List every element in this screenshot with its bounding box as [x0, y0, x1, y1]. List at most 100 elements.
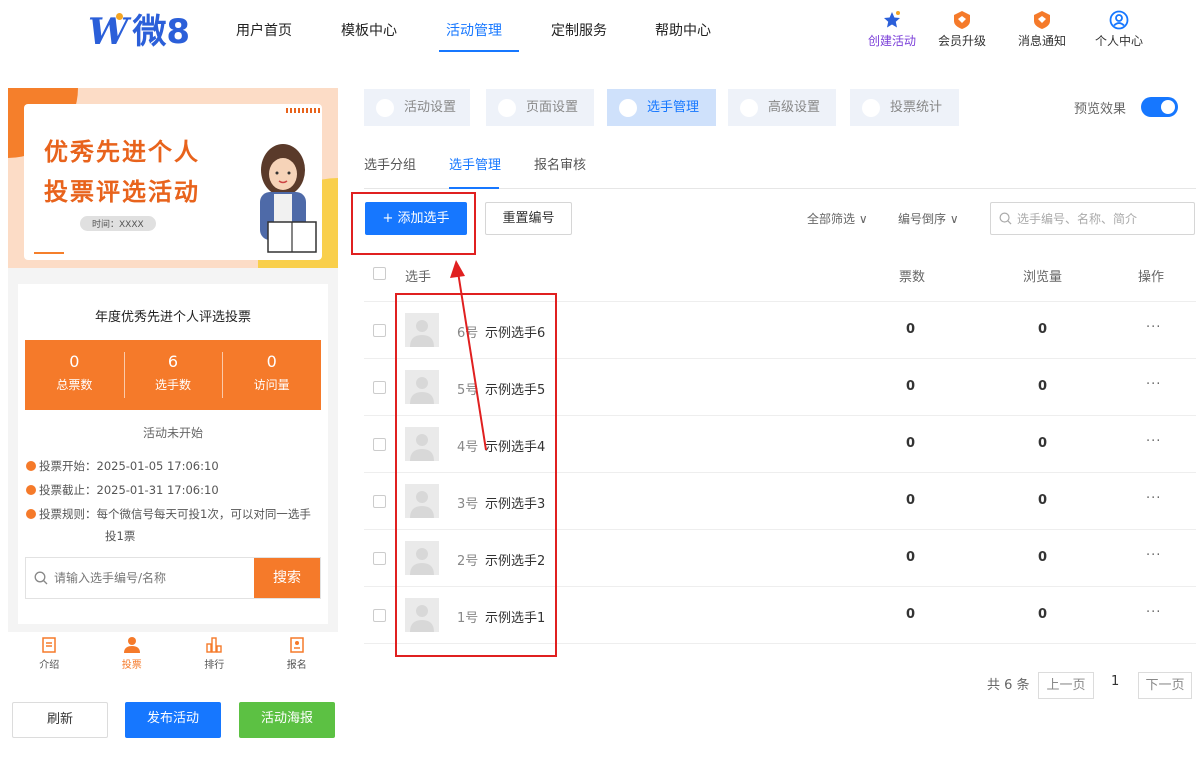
- vote-count: 0: [906, 322, 916, 337]
- search-icon: [34, 571, 48, 585]
- stat-label: 选手数: [155, 378, 192, 392]
- header-player: 选手: [405, 270, 432, 285]
- intro-icon: [42, 637, 56, 653]
- stat-value: 6: [167, 352, 179, 371]
- view-count: 0: [1038, 322, 1048, 337]
- row-checkbox[interactable]: [373, 381, 386, 394]
- preview-tabbar: 介绍 投票 排行 报名: [8, 632, 338, 678]
- nav-help-center[interactable]: 帮助中心: [655, 20, 711, 40]
- activity-poster-button[interactable]: 活动海报: [239, 702, 335, 738]
- tab-signup[interactable]: 报名: [256, 632, 339, 678]
- tab-label: 投票: [121, 660, 142, 671]
- tab-label: 高级设置: [768, 100, 821, 115]
- nav-active-underline: [439, 50, 519, 52]
- header-views: 浏览量: [1023, 270, 1063, 285]
- contestant-search-input[interactable]: [1017, 203, 1192, 234]
- more-actions-icon[interactable]: ···: [1146, 605, 1161, 620]
- logo-text: 微8: [132, 12, 191, 52]
- row-checkbox[interactable]: [373, 609, 386, 622]
- publish-activity-button[interactable]: 发布活动: [125, 702, 221, 738]
- logo-mark: W: [88, 11, 129, 53]
- preview-search-input[interactable]: [54, 558, 254, 598]
- select-all-checkbox[interactable]: [373, 267, 386, 280]
- rule-text-continuation: 投1票: [105, 529, 136, 543]
- nav-user-home[interactable]: 用户首页: [236, 20, 292, 40]
- stat-value: 0: [266, 352, 277, 371]
- notification-button[interactable]: 消息通知: [1007, 10, 1077, 49]
- row-checkbox[interactable]: [373, 438, 386, 451]
- signup-icon: [290, 637, 304, 653]
- preview-toggle-label: 预览效果: [1074, 102, 1127, 117]
- ranking-icon: [206, 637, 222, 653]
- more-actions-icon[interactable]: ···: [1146, 434, 1161, 449]
- current-page[interactable]: 1: [1111, 674, 1119, 689]
- tab-label: 页面设置: [526, 100, 579, 115]
- prev-page-button[interactable]: 上一页: [1038, 672, 1094, 699]
- next-page-button[interactable]: 下一页: [1138, 672, 1192, 699]
- rule-text: 投票截止：2025-01-31 17:06:10: [39, 483, 219, 497]
- pagination-total: 共 6 条: [987, 678, 1030, 693]
- tab-advanced-settings[interactable]: 高级设置: [728, 89, 836, 126]
- more-actions-icon[interactable]: ···: [1146, 491, 1161, 506]
- tab-label: 介绍: [39, 660, 60, 671]
- vote-count: 0: [906, 436, 916, 451]
- contestant-search: [990, 202, 1195, 235]
- stat-total-votes: 0 总票数: [25, 340, 124, 410]
- nav-activity-manage[interactable]: 活动管理: [446, 20, 502, 40]
- more-actions-icon[interactable]: ···: [1146, 320, 1161, 335]
- tab-vote-stats[interactable]: 投票统计: [850, 89, 959, 126]
- preview-toggle-switch[interactable]: [1141, 97, 1178, 117]
- view-count: 0: [1038, 493, 1048, 508]
- tab-intro[interactable]: 介绍: [8, 632, 91, 678]
- row-checkbox[interactable]: [373, 552, 386, 565]
- activity-banner: 优秀先进个人 投票评选活动 时间：XXXX: [8, 88, 338, 268]
- view-count: 0: [1038, 436, 1048, 451]
- annotation-arrow-icon: [450, 260, 487, 451]
- tab-label: 选手管理: [647, 100, 700, 115]
- activity-info-card: 年度优秀先进个人评选投票 0 总票数 6 选手数 0 访问量 活动未开始 投票开…: [18, 284, 328, 624]
- filter-all-dropdown[interactable]: 全部筛选 ∨: [807, 210, 868, 227]
- subtab-contestants[interactable]: 选手管理: [449, 154, 501, 173]
- create-activity-button[interactable]: 创建活动: [857, 10, 927, 49]
- tab-label: 排行: [204, 660, 225, 671]
- advanced-settings-icon: [740, 99, 758, 117]
- annotation-highlight-add-button: [351, 192, 476, 255]
- more-actions-icon[interactable]: ···: [1146, 377, 1161, 392]
- subtab-signup-review[interactable]: 报名审核: [534, 154, 586, 173]
- vote-count: 0: [906, 379, 916, 394]
- subtab-groups[interactable]: 选手分组: [364, 154, 416, 173]
- activity-title: 年度优秀先进个人评选投票: [94, 310, 251, 325]
- vote-count: 0: [906, 607, 916, 622]
- tab-page-settings[interactable]: 页面设置: [486, 89, 594, 126]
- more-actions-icon[interactable]: ···: [1146, 548, 1161, 563]
- tab-label: 报名: [286, 660, 307, 671]
- tab-ranking[interactable]: 排行: [173, 632, 256, 678]
- logo-dot: [116, 13, 123, 20]
- tab-contestant-manage[interactable]: 选手管理: [607, 89, 716, 126]
- vote-count: 0: [906, 550, 916, 565]
- rule-bullet-icon: [26, 485, 36, 495]
- notification-label: 消息通知: [1017, 34, 1066, 48]
- tab-activity-settings[interactable]: 活动设置: [364, 89, 470, 126]
- banner-time: 时间：XXXX: [80, 216, 156, 231]
- member-upgrade-button[interactable]: 会员升级: [927, 10, 997, 49]
- nav-custom-service[interactable]: 定制服务: [551, 20, 607, 40]
- user-center-button[interactable]: 个人中心: [1084, 10, 1154, 49]
- row-checkbox[interactable]: [373, 495, 386, 508]
- contestant-manage-icon: [619, 99, 637, 117]
- preview-search-button[interactable]: 搜索: [254, 558, 320, 598]
- header-actions: 操作: [1138, 270, 1165, 285]
- view-count: 0: [1038, 379, 1048, 394]
- vote-stats-icon: [862, 99, 880, 117]
- member-upgrade-icon: [954, 11, 970, 29]
- create-activity-label: 创建活动: [867, 34, 916, 48]
- brand-logo[interactable]: W 微8: [88, 10, 190, 54]
- tab-vote[interactable]: 投票: [91, 632, 174, 678]
- rule-bullet-icon: [26, 461, 36, 471]
- activity-status: 活动未开始: [142, 426, 203, 440]
- sort-dropdown[interactable]: 编号倒序 ∨: [898, 210, 959, 227]
- row-checkbox[interactable]: [373, 324, 386, 337]
- reset-number-button[interactable]: 重置编号: [485, 202, 572, 235]
- refresh-button[interactable]: 刷新: [12, 702, 108, 738]
- nav-template-center[interactable]: 模板中心: [341, 20, 397, 40]
